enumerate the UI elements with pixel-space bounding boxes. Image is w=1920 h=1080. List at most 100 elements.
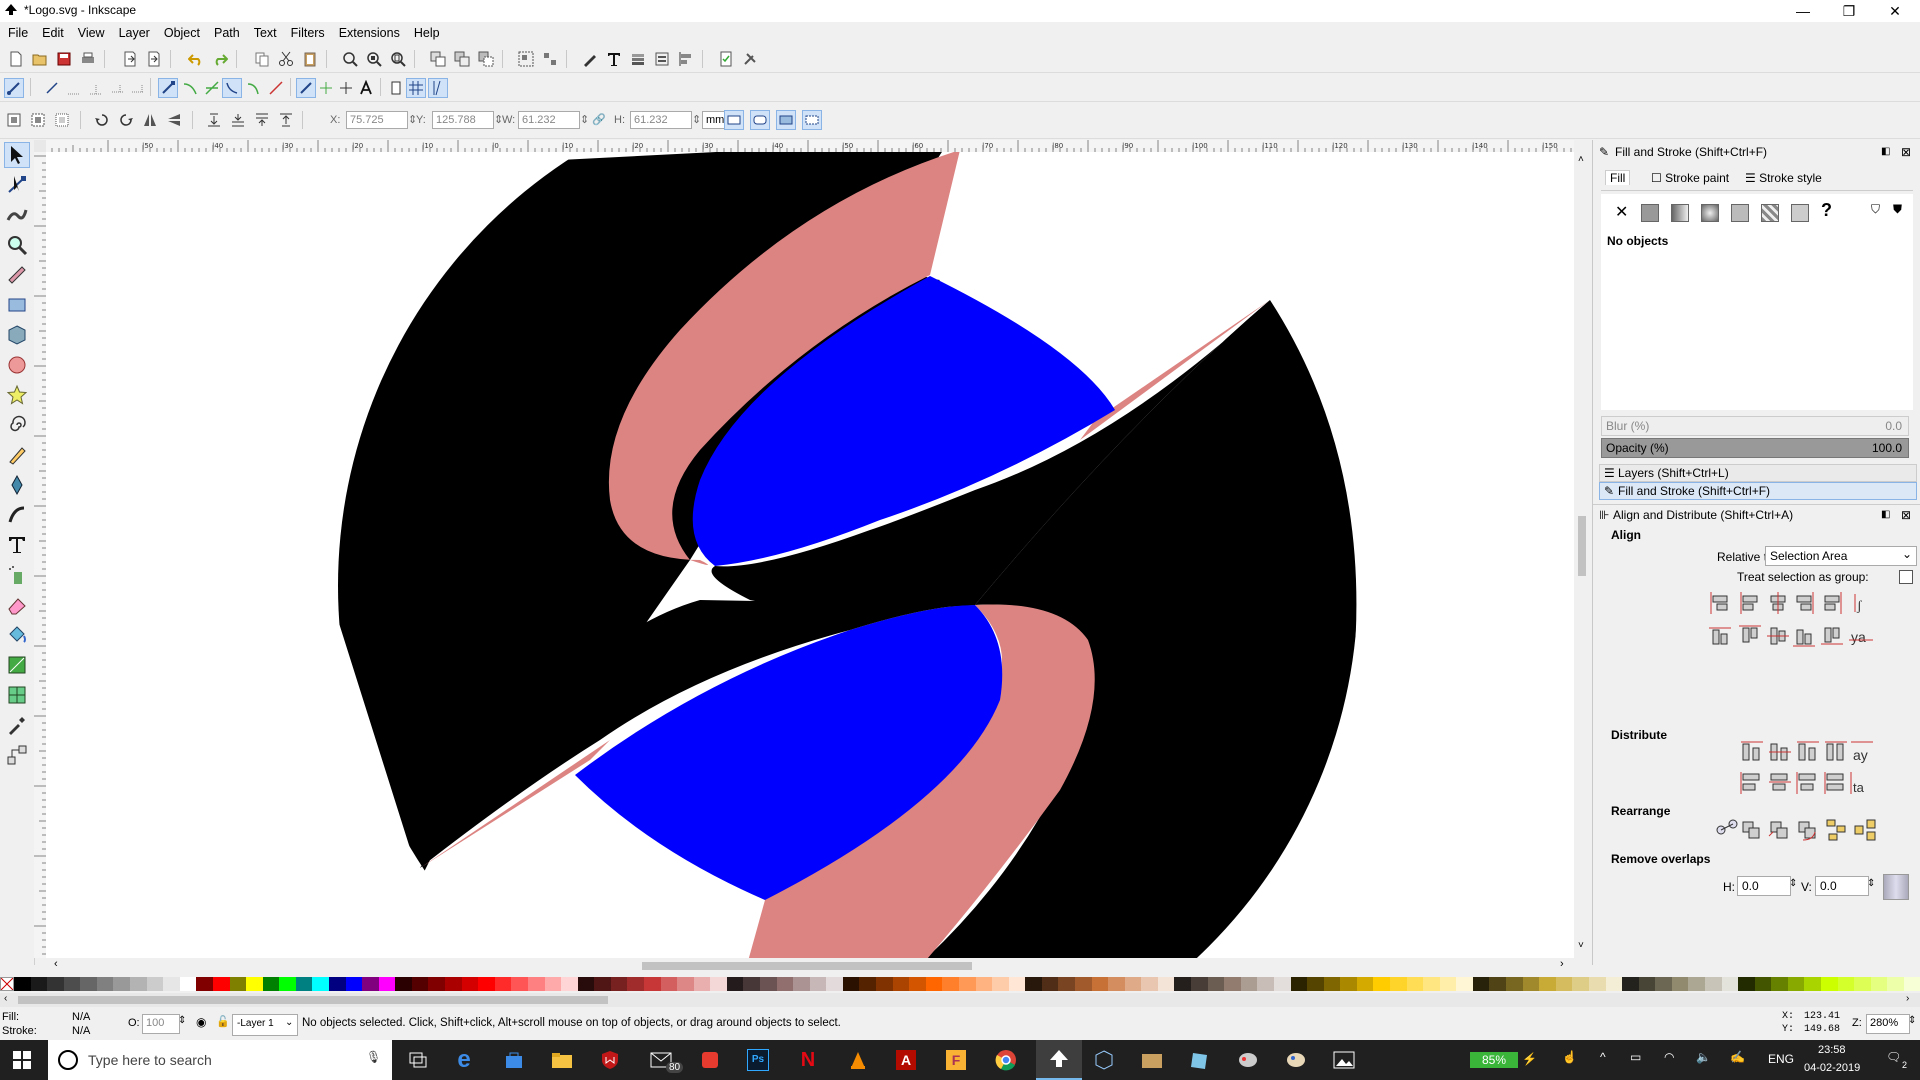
palette-swatch[interactable] (992, 977, 1009, 991)
snap-grid-icon[interactable] (406, 78, 426, 98)
palette-swatch[interactable] (793, 977, 810, 991)
remove-overlaps-button[interactable] (1883, 874, 1909, 900)
spray-tool-icon[interactable] (4, 562, 30, 588)
spiral-tool-icon[interactable] (4, 412, 30, 438)
text-font-icon[interactable] (604, 49, 624, 69)
cut-icon[interactable] (276, 49, 296, 69)
palette-swatch[interactable] (1655, 977, 1672, 991)
zoom-selection-icon[interactable] (340, 49, 360, 69)
palette-scrollbar[interactable]: ‹ › (0, 993, 1920, 1007)
clone-icon[interactable] (452, 49, 472, 69)
chrome-icon[interactable] (992, 1046, 1020, 1074)
group-icon[interactable] (516, 49, 536, 69)
app-folder-icon[interactable] (1138, 1046, 1166, 1074)
tab-stroke-style[interactable]: ☰ Stroke style (1745, 171, 1822, 185)
app-palette-icon[interactable] (1282, 1046, 1310, 1074)
opacity-status-field[interactable]: 100 (142, 1014, 180, 1034)
palette-swatch[interactable] (1588, 977, 1606, 991)
app-notes-icon[interactable] (1186, 1046, 1214, 1074)
palette-swatch[interactable] (859, 977, 877, 991)
palette-swatch[interactable] (1903, 977, 1920, 991)
palette-swatch[interactable] (1257, 977, 1274, 991)
xml-editor-icon[interactable] (580, 49, 600, 69)
ellipse-tool-icon[interactable] (4, 352, 30, 378)
eraser-tool-icon[interactable] (4, 592, 30, 618)
acrobat-icon[interactable]: A (892, 1046, 920, 1074)
scroll-up-icon[interactable]: ˄ (1578, 154, 1584, 165)
color-palette[interactable] (0, 977, 1920, 991)
palette-swatch[interactable] (1157, 977, 1175, 991)
snap-object-center-icon[interactable] (316, 78, 336, 98)
snap-cusp-icon[interactable] (222, 78, 242, 98)
palette-swatch[interactable] (411, 977, 429, 991)
import-icon[interactable] (120, 49, 140, 69)
no-color-swatch-icon[interactable] (0, 977, 14, 991)
opacity-slider[interactable]: Opacity (%) 100.0 (1601, 438, 1909, 458)
lower-to-bottom-icon[interactable] (204, 110, 224, 130)
radial-gradient-icon[interactable] (1701, 204, 1719, 222)
raise-to-top-icon[interactable] (276, 110, 296, 130)
node-tool-icon[interactable] (4, 172, 30, 198)
overlap-v-field[interactable]: 0.0 (1815, 876, 1869, 896)
save-icon[interactable] (54, 49, 74, 69)
clock-time[interactable]: 23:58 (1818, 1044, 1846, 1056)
layers-panel-tab[interactable]: ☰ Layers (Shift+Ctrl+L) (1599, 464, 1917, 482)
palette-swatch[interactable] (1025, 977, 1042, 991)
palette-swatch[interactable] (1522, 977, 1540, 991)
palette-swatch[interactable] (1307, 977, 1324, 991)
palette-swatch[interactable] (1423, 977, 1440, 991)
app-f-icon[interactable]: F (942, 1046, 970, 1074)
rotate-cw-icon[interactable] (116, 110, 136, 130)
palette-swatch[interactable] (80, 977, 97, 991)
linear-gradient-icon[interactable] (1671, 204, 1689, 222)
palette-swatch[interactable] (776, 977, 794, 991)
duplicate-icon[interactable] (428, 49, 448, 69)
mesh-gradient-icon[interactable] (1731, 204, 1749, 222)
fill-rule-evenodd-icon[interactable]: ⛉ (1871, 202, 1880, 217)
snap-smooth-icon[interactable] (244, 78, 264, 98)
palette-swatch[interactable] (146, 977, 164, 991)
align-distribute-icon[interactable] (676, 49, 696, 69)
snap-intersections-icon[interactable] (202, 78, 222, 98)
palette-swatch[interactable] (345, 977, 363, 991)
x-field[interactable]: 75.725 (346, 111, 408, 129)
palette-swatch[interactable] (892, 977, 910, 991)
snap-bbox-centers-icon[interactable] (128, 78, 148, 98)
palette-swatch[interactable] (544, 977, 562, 991)
menu-layer[interactable]: Layer (112, 22, 157, 44)
palette-swatch[interactable] (113, 977, 131, 991)
palette-swatch[interactable] (246, 977, 263, 991)
palette-swatch[interactable] (1240, 977, 1258, 991)
palette-swatch[interactable] (710, 977, 727, 991)
battery-plug-icon[interactable]: ⚡ (1522, 1052, 1537, 1066)
horizontal-scrollbar[interactable]: ‹ › (46, 958, 1574, 974)
palette-swatch[interactable] (262, 977, 280, 991)
snap-bbox-icon[interactable] (42, 78, 62, 98)
snap-rotation-center-icon[interactable] (336, 78, 356, 98)
overlap-h-spinner-icon[interactable]: ⇕ (1789, 878, 1797, 889)
task-view-icon[interactable] (404, 1046, 432, 1074)
palette-swatch[interactable] (925, 977, 943, 991)
raise-icon[interactable] (252, 110, 272, 130)
width-field[interactable]: 61.232 (518, 111, 580, 129)
scroll-right-icon[interactable]: › (1560, 958, 1564, 970)
palette-swatch[interactable] (577, 977, 595, 991)
scale-stroke-icon[interactable] (724, 110, 744, 130)
palette-swatch[interactable] (826, 977, 843, 991)
palette-swatch[interactable] (643, 977, 661, 991)
palette-swatch[interactable] (1704, 977, 1722, 991)
snap-bbox-corners-icon[interactable] (86, 78, 106, 98)
menu-view[interactable]: View (71, 22, 112, 44)
palette-swatch[interactable] (743, 977, 761, 991)
fill-rule-nonzero-icon[interactable]: ⛊ (1893, 202, 1902, 217)
align-buttons[interactable]: ʃ ya (1593, 590, 1920, 660)
palette-swatch[interactable] (660, 977, 678, 991)
palette-swatch[interactable] (909, 977, 926, 991)
transform-gradients-icon[interactable] (776, 110, 796, 130)
palette-scroll-left-icon[interactable]: ‹ (4, 993, 7, 1004)
palette-scroll-thumb[interactable] (18, 996, 608, 1004)
palette-swatch[interactable] (494, 977, 512, 991)
palette-swatch[interactable] (229, 977, 247, 991)
palette-swatch[interactable] (1290, 977, 1308, 991)
palette-swatch[interactable] (1854, 977, 1871, 991)
